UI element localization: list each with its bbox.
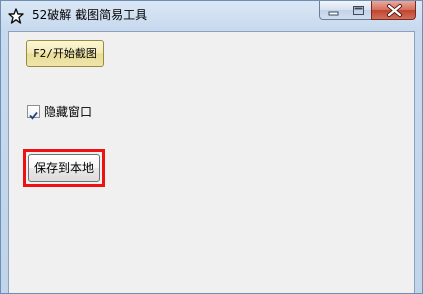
window-title: 52破解 截图简易工具 — [32, 8, 148, 22]
minimize-button[interactable] — [319, 1, 346, 20]
star-icon — [8, 8, 24, 24]
client-area: F2/开始截图 隐藏窗口 保存到本地 — [8, 31, 415, 293]
app-window: 52破解 截图简易工具 F2/开始截图 隐藏窗口 保存到本地 — [0, 0, 423, 294]
hide-window-label: 隐藏窗口 — [44, 105, 93, 119]
checkmark-icon — [29, 111, 38, 120]
close-button[interactable] — [371, 1, 416, 20]
start-capture-button[interactable]: F2/开始截图 — [26, 40, 104, 67]
minimize-icon — [328, 11, 339, 16]
hide-window-checkbox[interactable] — [27, 105, 40, 120]
maximize-button[interactable] — [345, 1, 372, 20]
title-bar[interactable]: 52破解 截图简易工具 — [1, 1, 422, 31]
save-locally-button[interactable]: 保存到本地 — [28, 154, 100, 182]
maximize-icon — [353, 6, 364, 15]
close-icon — [387, 4, 402, 17]
